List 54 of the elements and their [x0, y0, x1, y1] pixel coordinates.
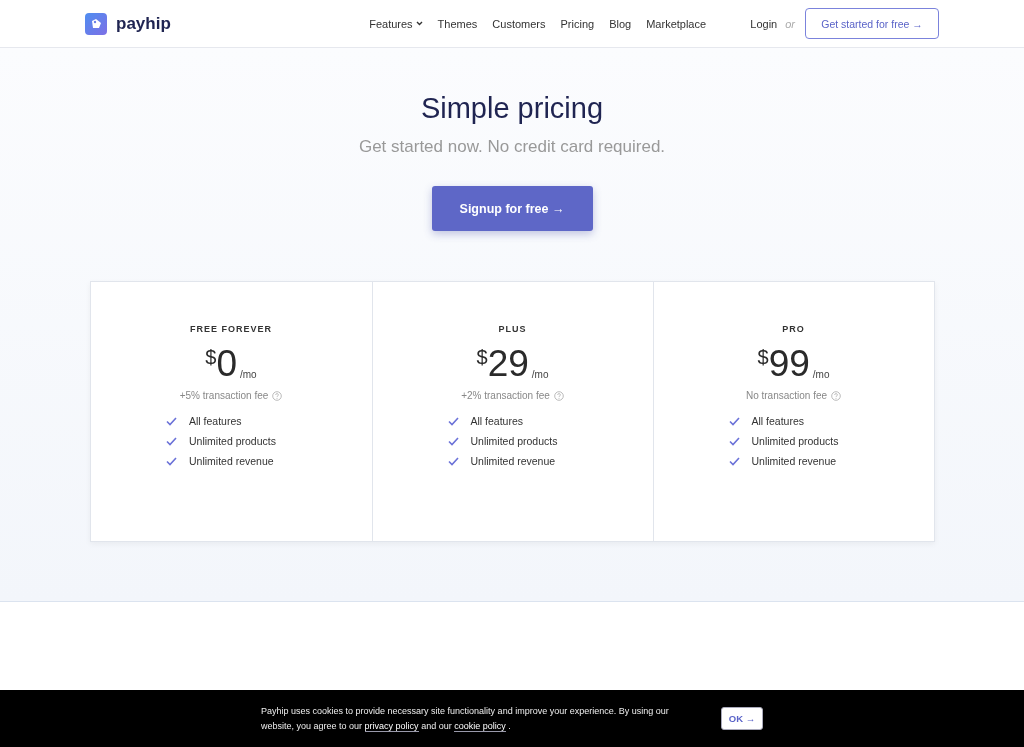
plan-price: 0 — [216, 344, 237, 384]
transaction-fee: +2% transaction fee — [461, 390, 550, 401]
transaction-fee: No transaction fee — [745, 390, 828, 401]
logo-icon[interactable] — [85, 12, 107, 35]
nav-link[interactable]: Blog — [609, 17, 632, 30]
feature-text: Unlimited products — [470, 435, 558, 447]
plan-price: 99 — [768, 344, 810, 384]
currency-symbol: $ — [476, 346, 488, 368]
price-period: /mo — [240, 369, 257, 380]
currency-symbol: $ — [757, 346, 769, 368]
check-icon — [728, 436, 740, 446]
page-subtitle: Get started now. No credit card required. — [358, 137, 666, 157]
nav-link[interactable]: Marketplace — [646, 17, 707, 30]
feature-text: Unlimited products — [189, 435, 276, 447]
feature-text: Unlimited revenue — [751, 455, 837, 467]
page-title: Simple pricing — [420, 92, 604, 125]
nav-link[interactable]: Pricing — [560, 17, 595, 30]
privacy-policy-link[interactable]: privacy policy — [364, 720, 419, 732]
feature-text: All features — [751, 415, 805, 427]
get-started-button[interactable]: Get started for free → — [805, 8, 939, 39]
feature-text: Unlimited revenue — [189, 455, 274, 467]
cookie-policy-link[interactable]: cookie policy — [454, 720, 506, 732]
check-icon — [166, 456, 177, 466]
check-icon — [447, 416, 459, 426]
help-icon[interactable] — [831, 390, 842, 401]
check-icon — [728, 416, 740, 426]
help-icon[interactable] — [272, 390, 283, 401]
plan-name: PRO — [782, 324, 805, 334]
check-icon — [447, 436, 459, 446]
ok-button[interactable]: OK → — [721, 707, 763, 730]
check-icon — [166, 436, 177, 446]
check-icon — [166, 416, 177, 426]
check-icon — [728, 456, 740, 466]
nav-link[interactable]: Themes — [437, 17, 478, 30]
feature-text: Unlimited revenue — [470, 455, 556, 467]
brand-name[interactable]: payhip — [116, 13, 171, 34]
or-label: or — [785, 17, 795, 30]
cookie-notice: Payhip uses cookies to provide necessary site functionality and improve your experience. By using our website, you agree to our privacy policy and our cookie policy . — [261, 704, 670, 734]
plan-name: FREE FOREVER — [190, 324, 272, 334]
nav-link[interactable]: Customers — [492, 17, 546, 30]
feature-text: All features — [470, 415, 524, 427]
help-icon[interactable] — [553, 390, 564, 401]
feature-text: All features — [189, 415, 242, 427]
transaction-fee: +5% transaction fee — [179, 390, 269, 401]
price-period: /mo — [531, 369, 549, 380]
nav-link[interactable]: Features — [369, 17, 423, 30]
plan-name: PLUS — [498, 324, 527, 334]
currency-symbol: $ — [205, 346, 217, 368]
login-link[interactable]: Login — [750, 17, 778, 30]
plan-price: 29 — [487, 344, 529, 384]
feature-text: Unlimited products — [751, 435, 839, 447]
signup-button[interactable]: Signup for free → — [431, 186, 593, 231]
check-icon — [447, 456, 459, 466]
price-period: /mo — [812, 369, 830, 380]
